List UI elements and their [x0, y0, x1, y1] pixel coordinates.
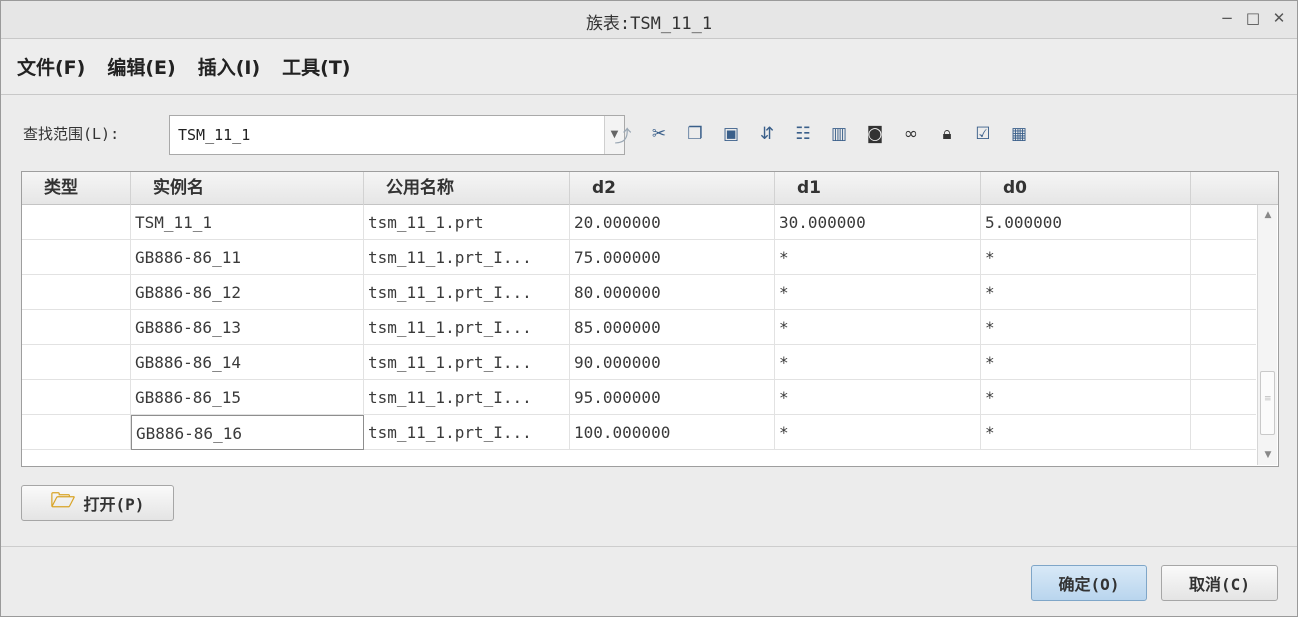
menu-bar: 文件(F) 编辑(E) 插入(I) 工具(T)	[1, 39, 1297, 95]
cell-common-name[interactable]: tsm_11_1.prt	[364, 205, 570, 240]
cell-d0[interactable]: *	[981, 275, 1191, 310]
toolbar: ⤴ ✂ ❐ ▣ ⇵ ☷ ▥ ◙ ∞ 🔒︎ ☑ ▦	[611, 121, 1031, 147]
table-row[interactable]: GB886-86_15 tsm_11_1.prt_I... 95.000000 …	[22, 380, 1256, 415]
cell-d1[interactable]: *	[775, 345, 981, 380]
cell-d0[interactable]: *	[981, 415, 1191, 450]
insert-row-icon[interactable]: ☷	[791, 121, 815, 147]
cell-type[interactable]	[22, 205, 131, 240]
cancel-button[interactable]: 取消(C)	[1161, 565, 1278, 601]
cell-common-name[interactable]: tsm_11_1.prt_I...	[364, 345, 570, 380]
cell-d1[interactable]: *	[775, 415, 981, 450]
title-bar: 族表:TSM_11_1 − □ ✕	[1, 1, 1297, 39]
column-header-d2[interactable]: d2	[570, 172, 775, 205]
cut-icon[interactable]: ✂	[647, 121, 671, 147]
close-button[interactable]: ✕	[1271, 8, 1287, 28]
menu-file[interactable]: 文件(F)	[17, 53, 85, 80]
cell-d1[interactable]: *	[775, 380, 981, 415]
cell-instance-name-editing[interactable]: GB886-86_16	[131, 415, 364, 450]
preview-icon[interactable]: ∞	[899, 121, 923, 147]
cell-d1[interactable]: *	[775, 240, 981, 275]
cell-common-name[interactable]: tsm_11_1.prt_I...	[364, 310, 570, 345]
cell-d0[interactable]: *	[981, 345, 1191, 380]
cell-type[interactable]	[22, 380, 131, 415]
cell-common-name[interactable]: tsm_11_1.prt_I...	[364, 240, 570, 275]
cell-d2[interactable]: 90.000000	[570, 345, 775, 380]
menu-insert[interactable]: 插入(I)	[198, 53, 260, 80]
scroll-down-arrow-icon[interactable]: ▼	[1258, 445, 1278, 465]
lookup-value: TSM_11_1	[178, 126, 251, 144]
ok-button[interactable]: 确定(O)	[1031, 565, 1147, 601]
scrollbar-thumb[interactable]: ≡	[1260, 371, 1275, 435]
parent-level-icon[interactable]: ⤴	[611, 121, 635, 147]
cell-d0[interactable]: 5.000000	[981, 205, 1191, 240]
cell-d2[interactable]: 20.000000	[570, 205, 775, 240]
table-row[interactable]: GB886-86_12 tsm_11_1.prt_I... 80.000000 …	[22, 275, 1256, 310]
column-header-common-name[interactable]: 公用名称	[364, 172, 570, 205]
table-header: 类型 实例名 公用名称 d2 d1 d0	[22, 172, 1278, 205]
cell-common-name[interactable]: tsm_11_1.prt_I...	[364, 415, 570, 450]
lookup-combobox[interactable]: TSM_11_1 ▼	[169, 115, 625, 155]
lookup-label: 查找范围(L):	[23, 125, 120, 143]
cell-instance-name[interactable]: GB886-86_15	[131, 380, 364, 415]
column-header-d1[interactable]: d1	[775, 172, 981, 205]
cell-instance-name[interactable]: TSM_11_1	[131, 205, 364, 240]
cell-type[interactable]	[22, 240, 131, 275]
window-title: 族表:TSM_11_1	[585, 14, 713, 34]
open-button-label: 打开(P)	[83, 495, 145, 514]
family-table: 类型 实例名 公用名称 d2 d1 d0 TSM_11_1 tsm_11_1.p…	[21, 171, 1279, 467]
cell-d2[interactable]: 100.000000	[570, 415, 775, 450]
table-row[interactable]: GB886-86_11 tsm_11_1.prt_I... 75.000000 …	[22, 240, 1256, 275]
lock-icon[interactable]: 🔒︎	[935, 121, 959, 147]
column-header-instance[interactable]: 实例名	[131, 172, 364, 205]
cell-d0[interactable]: *	[981, 240, 1191, 275]
cell-d1[interactable]: 30.000000	[775, 205, 981, 240]
cell-instance-name[interactable]: GB886-86_11	[131, 240, 364, 275]
cell-instance-name[interactable]: GB886-86_14	[131, 345, 364, 380]
insert-column-icon[interactable]: ⇵	[755, 121, 779, 147]
grip-icon: ≡	[1264, 394, 1272, 404]
cell-common-name[interactable]: tsm_11_1.prt_I...	[364, 275, 570, 310]
open-button[interactable]: 🗁 打开(P)	[21, 485, 174, 521]
cell-d1[interactable]: *	[775, 275, 981, 310]
cell-instance-name[interactable]: GB886-86_13	[131, 310, 364, 345]
table-body: TSM_11_1 tsm_11_1.prt 20.000000 30.00000…	[22, 205, 1256, 450]
family-table-dialog: 族表:TSM_11_1 − □ ✕ 文件(F) 编辑(E) 插入(I) 工具(T…	[0, 0, 1298, 617]
table-row[interactable]: TSM_11_1 tsm_11_1.prt 20.000000 30.00000…	[22, 205, 1256, 240]
cell-d2[interactable]: 85.000000	[570, 310, 775, 345]
cell-instance-name[interactable]: GB886-86_12	[131, 275, 364, 310]
table-icon[interactable]: ▦	[1007, 121, 1031, 147]
cell-common-name[interactable]: tsm_11_1.prt_I...	[364, 380, 570, 415]
cell-d2[interactable]: 95.000000	[570, 380, 775, 415]
menu-edit[interactable]: 编辑(E)	[107, 53, 175, 80]
folder-open-icon: 🗁	[50, 488, 76, 512]
paste-icon[interactable]: ▣	[719, 121, 743, 147]
cell-type[interactable]	[22, 310, 131, 345]
menu-tools[interactable]: 工具(T)	[282, 53, 350, 80]
column-info-icon[interactable]: ▥	[827, 121, 851, 147]
cell-d0[interactable]: *	[981, 380, 1191, 415]
table-row[interactable]: GB886-86_16 tsm_11_1.prt_I... 100.000000…	[22, 415, 1256, 450]
vertical-scrollbar[interactable]: ▲ ≡ ▼	[1257, 205, 1277, 465]
cell-d1[interactable]: *	[775, 310, 981, 345]
cell-type[interactable]	[22, 415, 131, 450]
copy-icon[interactable]: ❐	[683, 121, 707, 147]
maximize-button[interactable]: □	[1245, 8, 1261, 28]
column-header-type[interactable]: 类型	[22, 172, 131, 205]
cell-d2[interactable]: 80.000000	[570, 275, 775, 310]
column-header-d0[interactable]: d0	[981, 172, 1191, 205]
cell-type[interactable]	[22, 275, 131, 310]
lookup-row: 查找范围(L): TSM_11_1 ▼ ⤴ ✂ ❐ ▣ ⇵ ☷ ▥ ◙ ∞ 🔒︎…	[23, 115, 1273, 155]
divider	[1, 546, 1297, 547]
verify-icon[interactable]: ☑	[971, 121, 995, 147]
table-row[interactable]: GB886-86_13 tsm_11_1.prt_I... 85.000000 …	[22, 310, 1256, 345]
cell-d2[interactable]: 75.000000	[570, 240, 775, 275]
cell-type[interactable]	[22, 345, 131, 380]
find-icon[interactable]: ◙	[863, 121, 887, 147]
cell-d0[interactable]: *	[981, 310, 1191, 345]
table-row[interactable]: GB886-86_14 tsm_11_1.prt_I... 90.000000 …	[22, 345, 1256, 380]
scroll-up-arrow-icon[interactable]: ▲	[1258, 205, 1278, 225]
minimize-button[interactable]: −	[1219, 8, 1235, 28]
